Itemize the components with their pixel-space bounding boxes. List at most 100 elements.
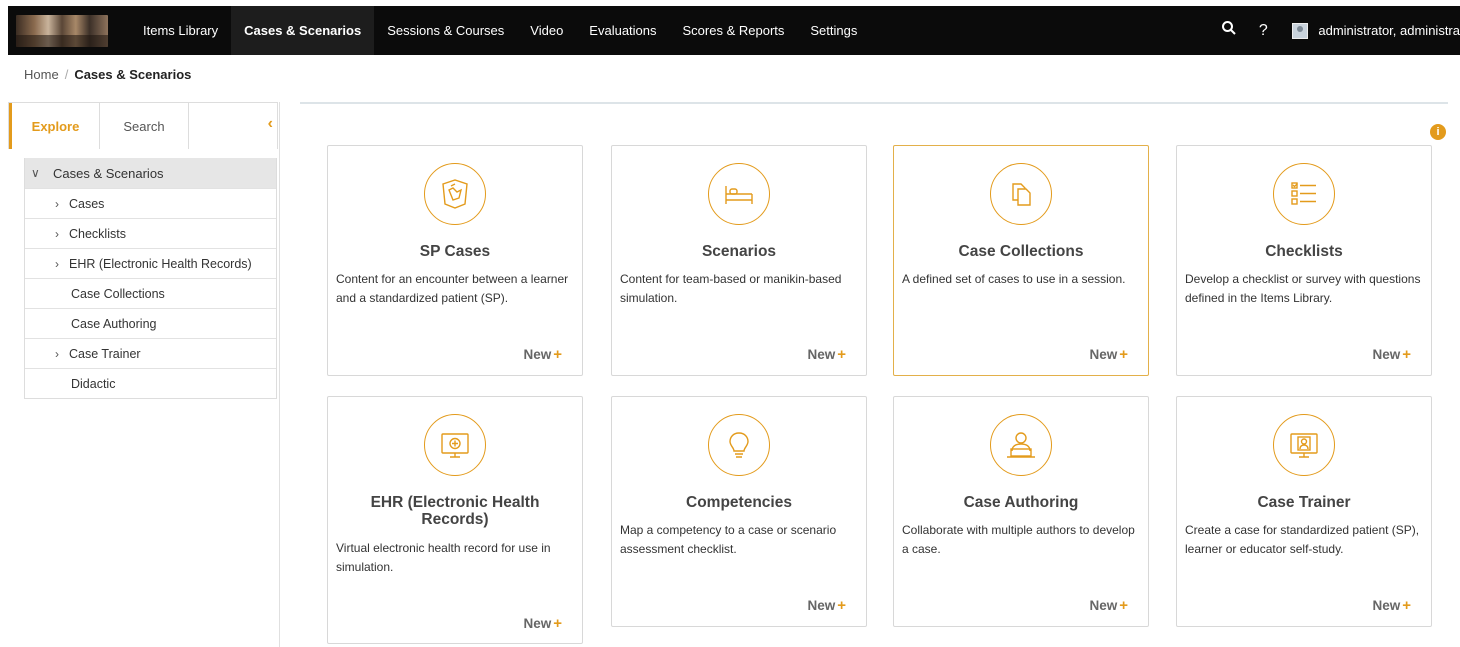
card-description: Develop a checklist or survey with quest… — [1185, 272, 1421, 305]
tab-search[interactable]: Search — [99, 103, 189, 149]
tree-item-label: EHR (Electronic Health Records) — [69, 256, 252, 271]
card-title: Competencies — [686, 494, 792, 511]
card-description: Collaborate with multiple authors to dev… — [902, 523, 1135, 556]
plus-icon: + — [1402, 346, 1411, 363]
tree-item-label: Didactic — [71, 376, 116, 391]
card-description: A defined set of cases to use in a sessi… — [902, 272, 1126, 286]
card-case-trainer[interactable]: Case Trainer Create a case for standardi… — [1176, 396, 1432, 627]
breadcrumb-current: Cases & Scenarios — [74, 67, 192, 82]
new-label: New — [807, 598, 836, 613]
chevron-down-icon[interactable]: ∨ — [31, 166, 53, 180]
card-description: Content for team-based or manikin-based … — [620, 272, 842, 305]
tree-item-checklists[interactable]: › Checklists — [25, 218, 276, 248]
new-button[interactable]: New + — [1089, 346, 1128, 363]
help-icon[interactable]: ? — [1250, 22, 1276, 40]
new-label: New — [1089, 598, 1118, 613]
tree-item-label: Case Collections — [71, 286, 165, 301]
plus-icon: + — [1119, 597, 1128, 614]
plus-icon: + — [553, 346, 562, 363]
plus-icon: + — [553, 615, 562, 632]
lightbulb-icon — [708, 414, 770, 476]
card-competencies[interactable]: Competencies Map a competency to a case … — [611, 396, 867, 627]
card-description: Virtual electronic health record for use… — [336, 541, 551, 574]
new-label: New — [807, 347, 836, 362]
tree-item-case-collections[interactable]: Case Collections — [25, 278, 276, 308]
tree-item-label: Case Authoring — [71, 316, 157, 331]
chevron-left-icon[interactable]: ‹ — [268, 115, 273, 133]
card-case-collections[interactable]: Case Collections A defined set of cases … — [893, 145, 1149, 376]
nav-right-area: ? administrator, administra — [1216, 6, 1460, 55]
info-icon[interactable]: i — [1430, 124, 1446, 140]
main-content: i SP Cases Content for an encounter betw… — [300, 102, 1448, 647]
card-title: Case Trainer — [1257, 494, 1351, 511]
tree-item-label: Cases — [69, 196, 105, 211]
new-label: New — [1372, 347, 1401, 362]
avatar[interactable] — [1292, 22, 1309, 39]
card-sp-cases[interactable]: SP Cases Content for an encounter betwee… — [327, 145, 583, 376]
tree-item-case-authoring[interactable]: Case Authoring — [25, 308, 276, 338]
sidebar: Explore Search ‹ ∨ Cases & Scenarios › C… — [8, 102, 278, 647]
new-button[interactable]: New + — [807, 346, 846, 363]
tree-view: ∨ Cases & Scenarios › Cases › Checklists… — [24, 158, 277, 399]
tree-item-cases[interactable]: › Cases — [25, 188, 276, 218]
new-button[interactable]: New + — [1372, 346, 1411, 363]
tree-item-ehr[interactable]: › EHR (Electronic Health Records) — [25, 248, 276, 278]
nav-scores-reports[interactable]: Scores & Reports — [670, 6, 798, 55]
author-laptop-icon — [990, 414, 1052, 476]
chevron-right-icon[interactable]: › — [45, 197, 69, 211]
card-scenarios[interactable]: Scenarios Content for team-based or mani… — [611, 145, 867, 376]
new-button[interactable]: New + — [807, 597, 846, 614]
card-description: Create a case for standardized patient (… — [1185, 523, 1420, 556]
new-label: New — [523, 347, 552, 362]
card-title: EHR (Electronic Health Records) — [370, 494, 540, 528]
tree-root[interactable]: ∨ Cases & Scenarios — [25, 158, 276, 188]
card-title: SP Cases — [419, 243, 491, 260]
tab-explore[interactable]: Explore — [9, 103, 99, 149]
new-button[interactable]: New + — [523, 346, 562, 363]
nav-sessions-courses[interactable]: Sessions & Courses — [374, 6, 517, 55]
nav-items-library[interactable]: Items Library — [130, 6, 231, 55]
card-ehr[interactable]: EHR (Electronic Health Records) Virtual … — [327, 396, 583, 644]
user-name[interactable]: administrator, administra — [1318, 23, 1460, 38]
search-icon[interactable] — [1216, 20, 1242, 41]
new-button[interactable]: New + — [1372, 597, 1411, 614]
plus-icon: + — [1119, 346, 1128, 363]
new-button[interactable]: New + — [523, 615, 562, 632]
nav-evaluations[interactable]: Evaluations — [576, 6, 669, 55]
sp-cases-icon — [424, 163, 486, 225]
breadcrumb-separator: / — [64, 67, 69, 82]
chevron-right-icon[interactable]: › — [45, 227, 69, 241]
sidebar-tabs: Explore Search ‹ — [8, 102, 278, 149]
bed-icon — [708, 163, 770, 225]
tree-item-label: Case Trainer — [69, 346, 141, 361]
top-navbar: Items Library Cases & Scenarios Sessions… — [8, 6, 1460, 55]
breadcrumb-home[interactable]: Home — [24, 67, 59, 82]
card-title: Case Collections — [958, 243, 1084, 260]
collection-icon — [990, 163, 1052, 225]
new-label: New — [523, 616, 552, 631]
card-description: Content for an encounter between a learn… — [336, 272, 569, 305]
checklist-icon — [1273, 163, 1335, 225]
tree-item-case-trainer[interactable]: › Case Trainer — [25, 338, 276, 368]
chevron-right-icon[interactable]: › — [45, 257, 69, 271]
trainer-monitor-icon — [1273, 414, 1335, 476]
nav-settings[interactable]: Settings — [797, 6, 870, 55]
chevron-right-icon[interactable]: › — [45, 347, 69, 361]
app-logo[interactable] — [16, 14, 108, 47]
new-label: New — [1372, 598, 1401, 613]
sidebar-divider — [279, 102, 280, 647]
tree-root-label: Cases & Scenarios — [53, 165, 164, 181]
plus-icon: + — [1402, 597, 1411, 614]
nav-cases-scenarios[interactable]: Cases & Scenarios — [231, 6, 375, 55]
card-title: Case Authoring — [963, 494, 1079, 511]
card-checklists[interactable]: Checklists Develop a checklist or survey… — [1176, 145, 1432, 376]
nav-video[interactable]: Video — [517, 6, 576, 55]
tree-item-didactic[interactable]: Didactic — [25, 368, 276, 398]
tree-item-label: Checklists — [69, 226, 126, 241]
new-button[interactable]: New + — [1089, 597, 1128, 614]
plus-icon: + — [837, 597, 846, 614]
card-case-authoring[interactable]: Case Authoring Collaborate with multiple… — [893, 396, 1149, 627]
card-title: Scenarios — [701, 243, 777, 260]
card-title: Checklists — [1265, 243, 1343, 260]
breadcrumb: Home / Cases & Scenarios — [24, 67, 191, 82]
